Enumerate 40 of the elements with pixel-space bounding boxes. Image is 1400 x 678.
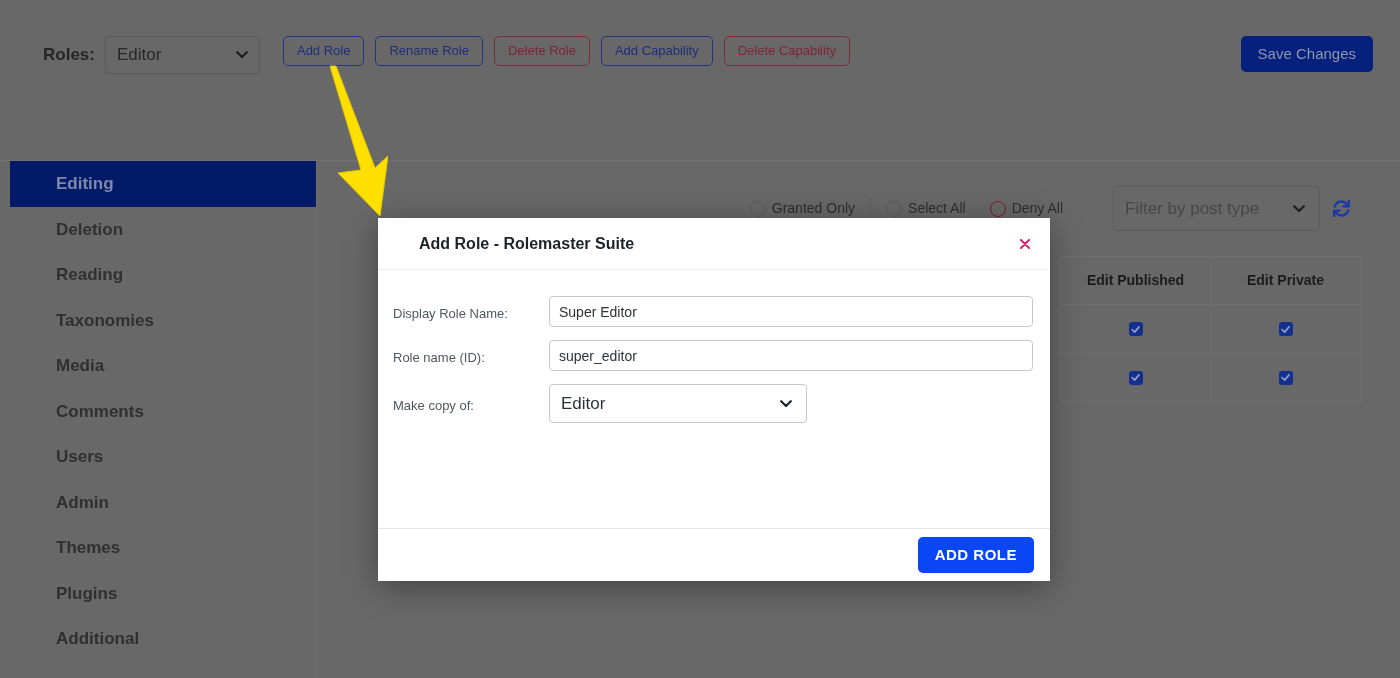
add-role-button[interactable]: ADD ROLE — [917, 537, 1034, 573]
field-label: Role name (ID): — [393, 348, 486, 367]
toolbar-button[interactable]: Rename Role — [375, 36, 483, 66]
checkbox[interactable] — [1128, 370, 1143, 385]
copy-role-select[interactable]: Editor — [549, 384, 807, 423]
close-icon[interactable] — [1020, 238, 1030, 249]
column-header: Edit Private — [1247, 271, 1324, 290]
text-input[interactable]: super_editor — [549, 340, 1033, 371]
checkbox[interactable] — [1278, 370, 1293, 385]
chevron-down-icon — [235, 51, 248, 59]
checkbox[interactable] — [1278, 322, 1293, 336]
sidebar-item[interactable]: Deletion — [10, 206, 316, 252]
radio-label[interactable]: Granted Only — [771, 198, 856, 219]
sidebar-item[interactable]: Plugins — [10, 570, 316, 616]
sidebar-item[interactable]: Users — [10, 434, 316, 480]
sidebar-item[interactable]: Media — [10, 343, 316, 389]
field-label: Make copy of: — [393, 396, 475, 415]
sidebar-item[interactable]: Admin — [10, 479, 316, 525]
toolbar-button[interactable]: Add Capability — [600, 36, 713, 66]
sidebar-item[interactable]: Reading — [10, 252, 316, 298]
sidebar-item[interactable]: Comments — [10, 388, 316, 434]
radio-label[interactable]: Select All — [908, 198, 966, 219]
chevron-down-icon — [780, 399, 792, 408]
roles-select[interactable]: Editor — [104, 36, 260, 74]
sidebar-item[interactable]: Themes — [10, 525, 316, 571]
roles-label: Roles: — [43, 44, 95, 67]
sidebar-item[interactable]: Editing — [10, 161, 316, 207]
radio-label[interactable]: Deny All — [1011, 198, 1063, 219]
toolbar-button[interactable]: Delete Capability — [723, 36, 850, 66]
text-input[interactable]: Super Editor — [549, 296, 1033, 327]
toolbar-button[interactable]: Delete Role — [493, 36, 590, 66]
field-label: Display Role Name: — [393, 304, 509, 323]
column-header: Edit Published — [1086, 271, 1185, 290]
save-changes-button[interactable]: Save Changes — [1240, 36, 1373, 72]
sidebar-item[interactable]: Additional — [10, 616, 316, 662]
toolbar-button[interactable]: Add Role — [282, 36, 365, 66]
dialog-title: Add Role - Rolemaster Suite — [419, 233, 635, 254]
chevron-down-icon — [1293, 204, 1305, 213]
sidebar-item[interactable]: Taxonomies — [10, 297, 316, 343]
checkbox[interactable] — [1128, 322, 1143, 336]
